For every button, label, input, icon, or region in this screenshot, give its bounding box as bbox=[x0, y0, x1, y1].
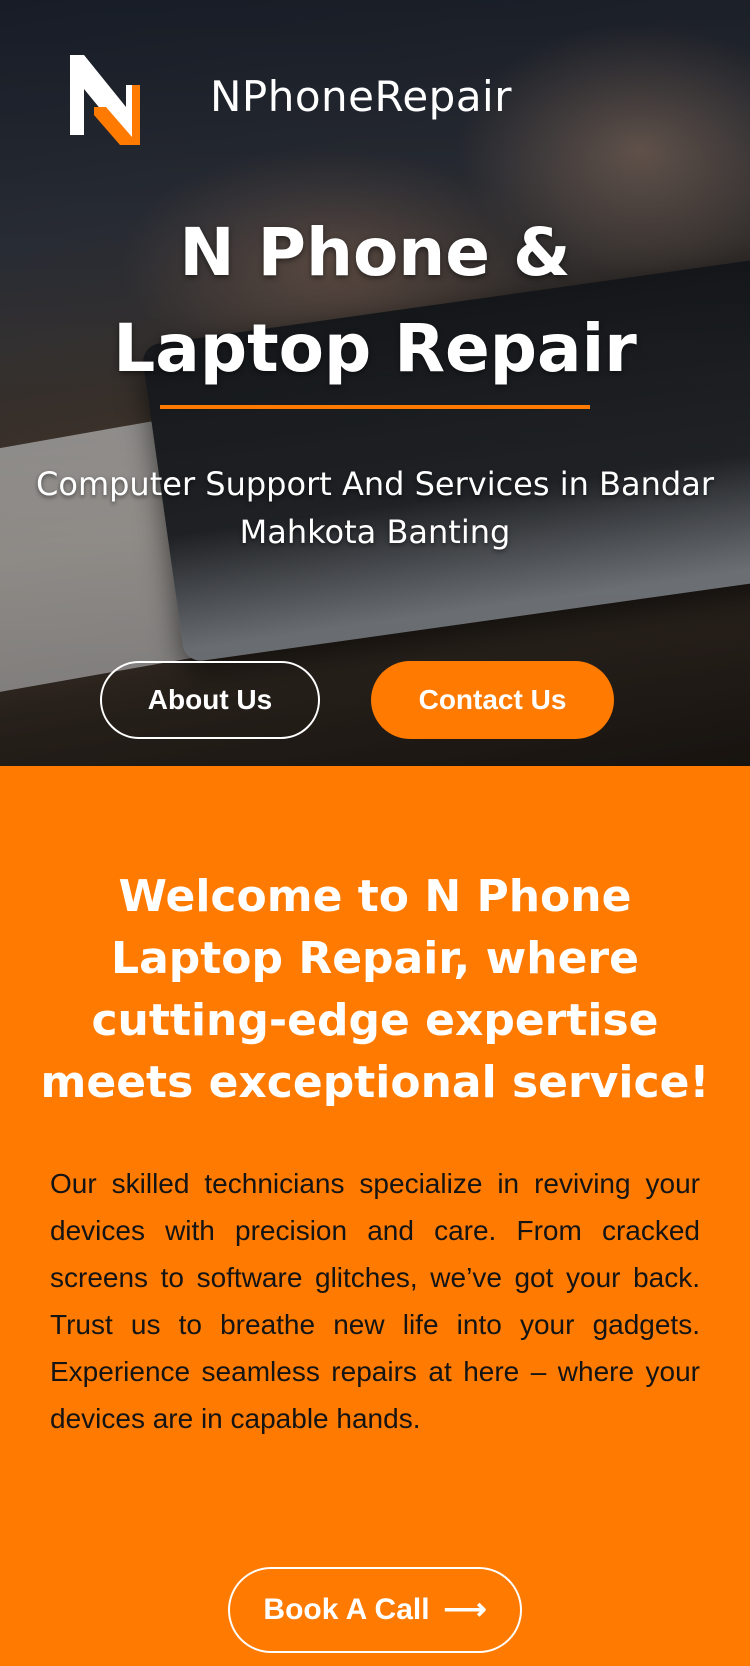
hero-subtitle: Computer Support And Services in Bandar … bbox=[36, 465, 714, 551]
about-us-button[interactable]: About Us bbox=[100, 661, 320, 739]
book-a-call-button[interactable]: Book A Call ⟶ bbox=[228, 1567, 522, 1653]
welcome-body-text: Our skilled technicians specialize in re… bbox=[50, 1168, 700, 1434]
hero-title-underline bbox=[160, 405, 590, 409]
n-logo-icon[interactable] bbox=[70, 55, 150, 145]
book-a-call-label: Book A Call bbox=[263, 1593, 430, 1626]
hero-title: N Phone & Laptop Repair bbox=[0, 205, 750, 397]
brand-name[interactable]: NPhoneRepair bbox=[210, 72, 512, 121]
hero-section: NPhoneRepair N Phone & Laptop Repair Com… bbox=[0, 0, 750, 766]
contact-us-button[interactable]: Contact Us bbox=[371, 661, 614, 739]
hero-title-line1: N Phone & bbox=[179, 214, 571, 291]
welcome-heading: Welcome to N Phone Laptop Repair, where … bbox=[40, 871, 710, 1108]
hero-title-line2: Laptop Repair bbox=[113, 310, 637, 387]
arrow-right-icon: ⟶ bbox=[443, 1593, 487, 1626]
